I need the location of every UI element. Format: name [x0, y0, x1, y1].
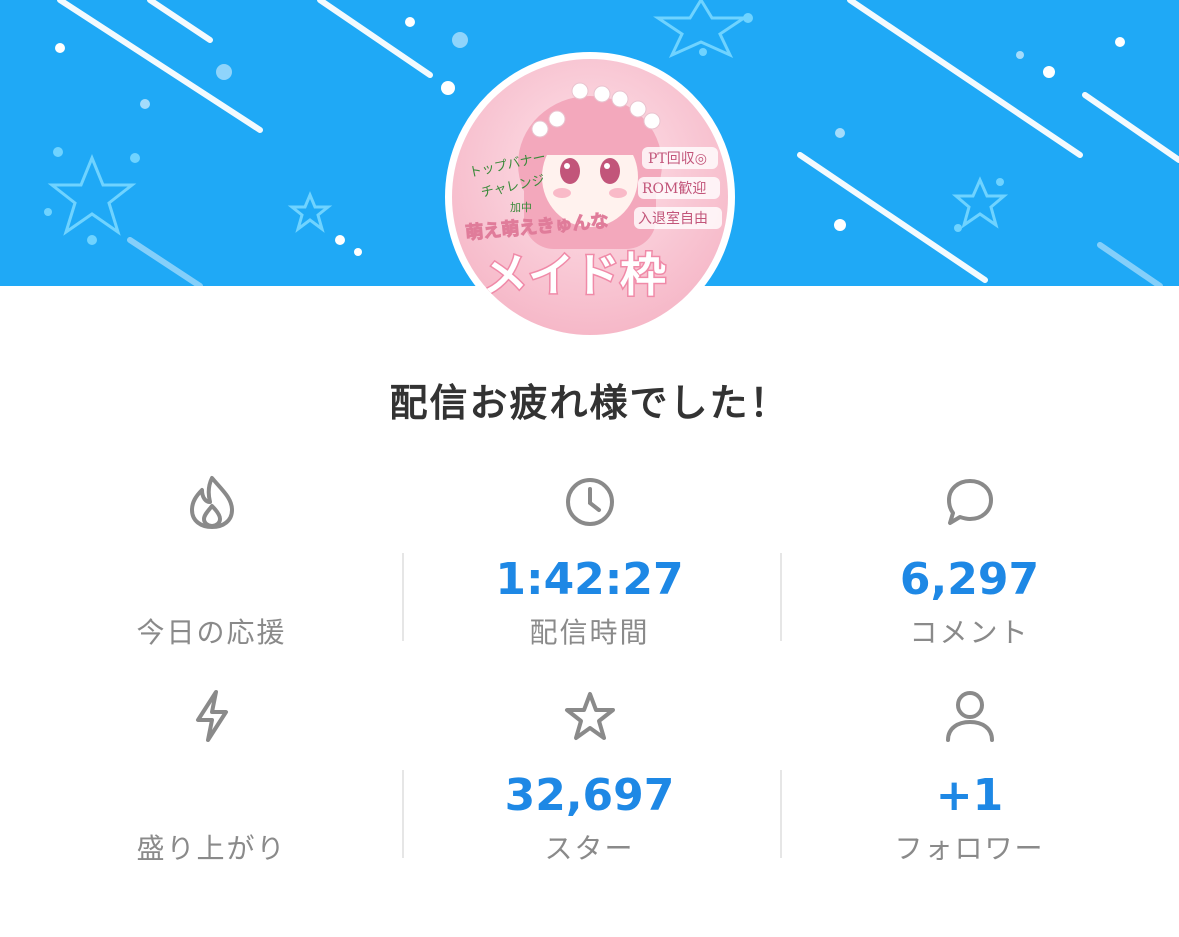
avatar-text: ROM歓迎 — [642, 180, 706, 197]
avatar[interactable]: トップバナー チャレンジ 加中 PT回収◎ ROM歓迎 入退室自由 萌え萌えきゅ… — [445, 52, 735, 342]
stat-label: 配信時間 — [529, 616, 650, 649]
stat-stars: 32,697 スター — [393, 686, 786, 866]
stat-label: 今日の応援 — [136, 616, 287, 649]
avatar-image: トップバナー チャレンジ 加中 PT回収◎ ROM歓迎 入退室自由 萌え萌えきゅ… — [452, 59, 728, 335]
stat-value: +1 — [935, 770, 1004, 821]
person-icon — [773, 688, 1166, 744]
stat-label: 盛り上がり — [136, 832, 287, 865]
stat-followers: +1 フォロワー — [773, 686, 1166, 866]
stat-excitement: 盛り上がり — [15, 686, 408, 866]
stat-label: フォロワー — [894, 832, 1045, 865]
stat-label: コメント — [909, 616, 1030, 649]
star-icon — [393, 690, 786, 744]
stat-comments: 6,297 コメント — [773, 470, 1166, 650]
stat-value: 32,697 — [504, 770, 675, 821]
avatar-text: メイド枠 — [482, 248, 666, 302]
avatar-text: PT回収◎ — [648, 151, 707, 167]
avatar-text: 加中 — [510, 201, 532, 214]
flame-icon — [15, 474, 408, 530]
lightning-icon — [15, 688, 408, 744]
stat-label: スター — [544, 832, 635, 865]
stat-value: 1:42:27 — [495, 554, 684, 605]
avatar-text: 入退室自由 — [638, 210, 708, 227]
comment-bubble-icon — [773, 476, 1166, 528]
stat-duration: 1:42:27 配信時間 — [393, 470, 786, 650]
clock-icon — [393, 476, 786, 528]
stat-support: 今日の応援 — [15, 470, 408, 650]
page-title: 配信お疲れ様でした！ — [389, 381, 790, 425]
stat-value: 6,297 — [899, 554, 1040, 605]
